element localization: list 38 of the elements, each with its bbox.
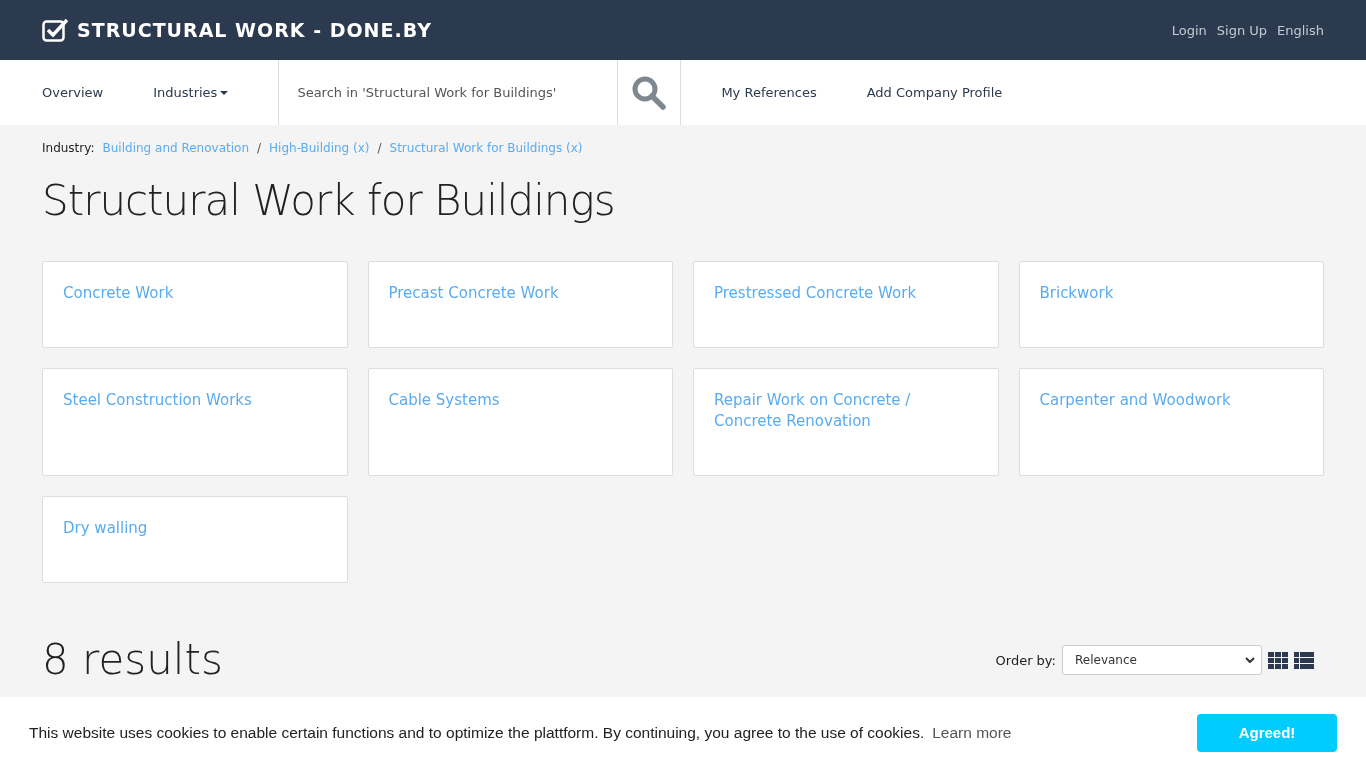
list-view-icon[interactable] [1294,651,1314,669]
breadcrumb-label: Industry: [42,140,95,157]
breadcrumb-separator: / [377,140,382,157]
checkbox-logo-icon [42,18,69,42]
results-count: 8 results [42,634,223,686]
category-card[interactable]: Steel Construction Works [42,368,348,476]
breadcrumb-link[interactable]: Building and Renovation [102,139,249,157]
search-field[interactable]: Search in 'Structural Work for Buildings' [278,60,619,125]
search-input[interactable]: Search in 'Structural Work for Buildings' [279,85,618,100]
nav-link[interactable]: Add Company Profile [866,60,1003,125]
category-card[interactable]: Cable Systems [367,368,673,476]
category-card[interactable]: Concrete Work [42,261,348,348]
nav-link[interactable]: Industries [153,60,229,125]
top-link[interactable]: Sign Up [1216,22,1268,38]
nav-link[interactable]: My References [721,60,817,125]
learn-more-link[interactable]: Learn more [932,723,1012,741]
category-card[interactable]: Carpenter and Woodwork [1018,368,1324,476]
search-icon [632,75,667,110]
top-link[interactable]: Login [1171,22,1207,38]
breadcrumb-link[interactable]: Structural Work for Buildings (x) [389,139,583,157]
top-link[interactable]: English [1277,22,1324,38]
category-card[interactable]: Dry walling [42,496,348,583]
cookie-message: This website uses cookies to enable certain functions and to optimize the plattform. By continuing, you agree to the use of cookies. Learn more [29,723,1012,742]
order-select[interactable]: Relevance [1062,645,1262,675]
order-label: Order by: [995,652,1056,668]
category-card[interactable]: Prestressed Concrete Work [693,261,999,348]
caret-icon [220,90,229,95]
breadcrumb-separator: / [257,140,262,157]
agree-button[interactable]: Agreed! [1197,713,1337,752]
site-title: STRUCTURAL WORK - DONE.BY [77,19,432,41]
breadcrumb-link[interactable]: High-Building (x) [269,139,370,157]
grid-view-icon[interactable] [1268,651,1288,669]
nav-link[interactable]: Overview [42,60,104,125]
chevron-icon [1245,657,1255,663]
page-heading: Structural Work for Buildings [42,175,616,227]
category-card[interactable]: Precast Concrete Work [367,261,673,348]
category-card[interactable]: Brickwork [1018,261,1324,348]
category-card[interactable]: Repair Work on Concrete / Concrete Renovation [693,368,999,476]
